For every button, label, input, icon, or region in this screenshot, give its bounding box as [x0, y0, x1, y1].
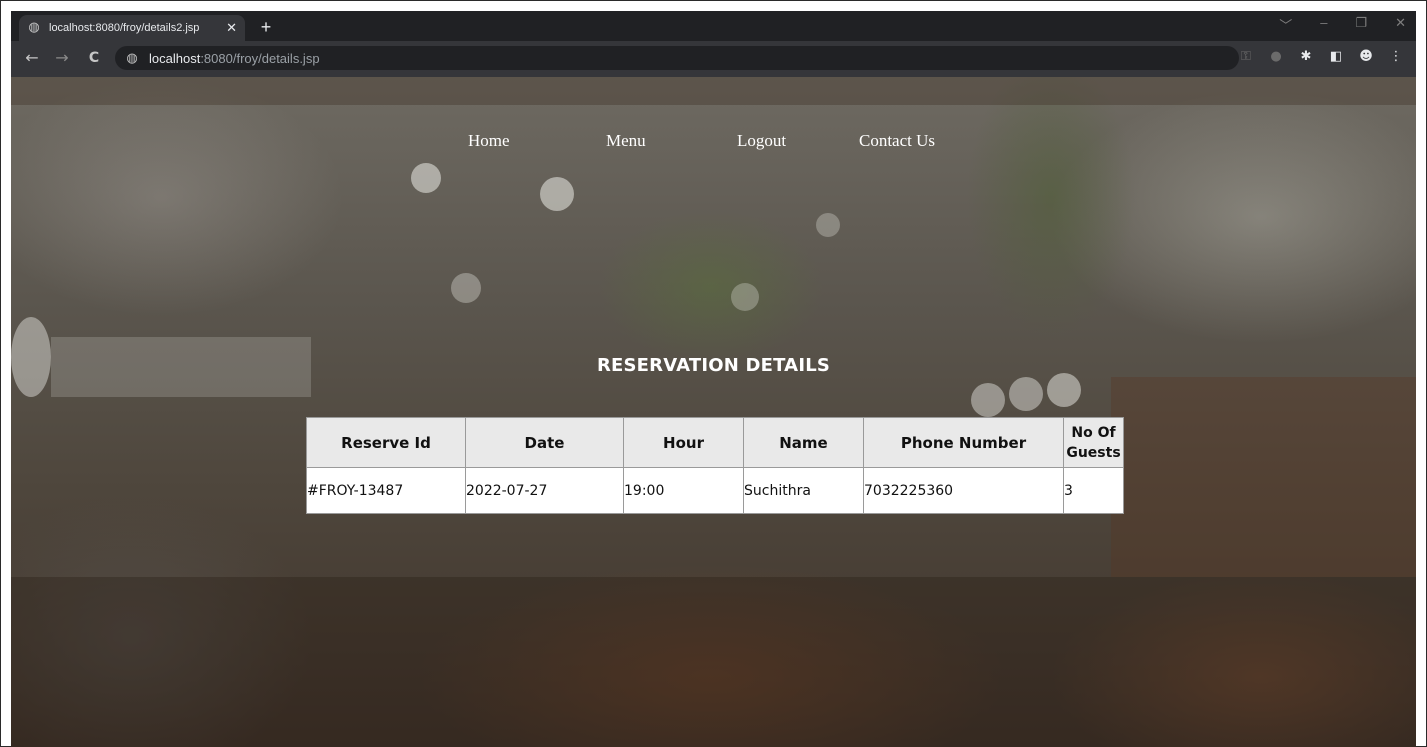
browser-window: ◍ localhost:8080/froy/details2.jsp ✕ + ﹀…	[11, 11, 1416, 747]
cell-name: Suchithra	[743, 467, 864, 514]
minimize-icon[interactable]: –	[1320, 15, 1327, 34]
browser-tab[interactable]: ◍ localhost:8080/froy/details2.jsp ✕	[19, 15, 245, 41]
light-bokeh	[451, 273, 481, 303]
column-header-hour: Hour	[623, 417, 744, 468]
globe-icon: ◍	[28, 20, 40, 35]
floor-furniture	[11, 577, 1416, 747]
key-icon[interactable]: ⚿	[1238, 49, 1254, 65]
site-navigation: Home Menu Logout Contact Us	[11, 131, 1416, 161]
nav-logout-link[interactable]: Logout	[737, 131, 786, 151]
cell-date: 2022-07-27	[465, 467, 624, 514]
page-title: RESERVATION DETAILS	[596, 355, 831, 376]
light-bokeh	[1009, 377, 1043, 411]
url-text: localhost:8080/froy/details.jsp	[149, 51, 320, 66]
restore-icon[interactable]: ❐	[1355, 15, 1367, 34]
light-bokeh	[731, 283, 759, 311]
browser-toolbar: ← → C ◍ localhost:8080/froy/details.jsp …	[11, 41, 1416, 77]
tab-search-icon[interactable]: ﹀	[1279, 15, 1292, 34]
nav-contact-link[interactable]: Contact Us	[859, 131, 935, 151]
cell-phone: 7032225360	[863, 467, 1064, 514]
close-window-icon[interactable]: ✕	[1395, 15, 1406, 34]
reservation-table: Reserve Id Date Hour Name Phone Number N…	[306, 417, 1124, 514]
light-bokeh	[540, 177, 574, 211]
extension-puzzle-icon[interactable]: ✱	[1298, 49, 1314, 65]
guests-header-line2: Guests	[1066, 444, 1121, 461]
wood-cabinet	[1111, 377, 1416, 577]
address-bar[interactable]: ◍ localhost:8080/froy/details.jsp	[115, 46, 1239, 70]
close-tab-icon[interactable]: ✕	[226, 20, 237, 36]
cell-reserve-id: #FROY-13487	[306, 467, 466, 514]
profile-icon[interactable]: ☻	[1358, 49, 1374, 65]
ceiling-beam	[11, 77, 1416, 105]
forward-button[interactable]: →	[51, 47, 73, 69]
extension-circle-icon[interactable]: ●	[1268, 49, 1284, 65]
globe-icon: ◍	[126, 50, 138, 66]
reload-button[interactable]: C	[83, 47, 105, 69]
cell-hour: 19:00	[623, 467, 744, 514]
light-bokeh	[816, 213, 840, 237]
table-header-row: Reserve Id Date Hour Name Phone Number N…	[306, 417, 1124, 468]
cell-guests: 3	[1063, 467, 1124, 514]
column-header-name: Name	[743, 417, 864, 468]
side-panel-icon[interactable]: ◧	[1328, 49, 1344, 65]
column-header-reserve-id: Reserve Id	[306, 417, 466, 468]
page-viewport: Home Menu Logout Contact Us RESERVATION …	[11, 77, 1416, 747]
url-path: :8080/froy/details.jsp	[200, 50, 320, 66]
nav-menu-link[interactable]: Menu	[606, 131, 646, 151]
tab-title: localhost:8080/froy/details2.jsp	[49, 22, 200, 34]
tab-strip: ◍ localhost:8080/froy/details2.jsp ✕ + ﹀…	[11, 11, 1416, 41]
light-bokeh	[971, 383, 1005, 417]
light-bokeh	[1047, 373, 1081, 407]
toolbar-icons: ⚿ ● ✱ ◧ ☻ ⋮	[1238, 49, 1404, 65]
new-tab-button[interactable]: +	[255, 16, 277, 38]
column-header-guests: No Of Guests	[1063, 417, 1124, 468]
menu-kebab-icon[interactable]: ⋮	[1388, 49, 1404, 65]
table-row: #FROY-13487 2022-07-27 19:00 Suchithra 7…	[306, 467, 1124, 514]
window-controls: ﹀ – ❐ ✕	[1279, 15, 1406, 34]
guests-header-line1: No Of	[1071, 424, 1116, 441]
nav-home-link[interactable]: Home	[468, 131, 510, 151]
light-bokeh	[411, 163, 441, 193]
column-header-phone: Phone Number	[863, 417, 1064, 468]
back-button[interactable]: ←	[21, 47, 43, 69]
url-host: localhost	[149, 50, 201, 66]
column-header-date: Date	[465, 417, 624, 468]
